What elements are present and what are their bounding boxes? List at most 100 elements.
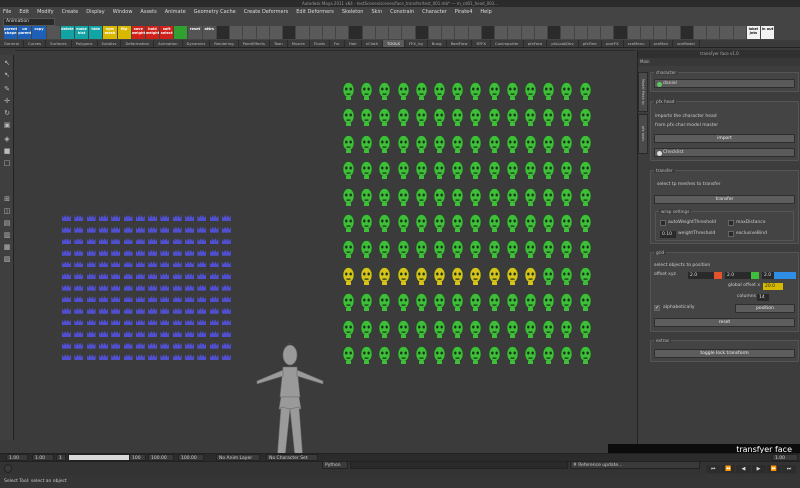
crown-mesh[interactable]: [62, 296, 71, 303]
menu-assets[interactable]: Assets: [140, 9, 156, 15]
reset-button[interactable]: reset: [654, 318, 795, 327]
head-mesh[interactable]: [506, 293, 519, 312]
layout-outliner-icon[interactable]: ▥: [2, 231, 12, 240]
frame-field[interactable]: 1.00: [772, 454, 798, 461]
crown-mesh[interactable]: [123, 342, 133, 349]
auto-weight-checkbox[interactable]: [660, 220, 666, 226]
head-mesh[interactable]: [397, 346, 410, 364]
shelf-button-9[interactable]: save weight: [131, 26, 145, 39]
shelf-tool-icon[interactable]: [296, 26, 309, 39]
head-mesh[interactable]: [560, 214, 573, 232]
layout-custom-icon[interactable]: ▧: [2, 255, 12, 264]
head-mesh[interactable]: [542, 135, 555, 153]
crown-mesh[interactable]: [197, 354, 207, 361]
crown-mesh[interactable]: [148, 284, 158, 291]
crown-mesh[interactable]: [62, 284, 71, 291]
head-mesh[interactable]: [469, 187, 482, 206]
crown-mesh[interactable]: [86, 284, 96, 291]
head-mesh[interactable]: [378, 187, 391, 206]
anim-layer-select[interactable]: No Anim Layer: [216, 454, 260, 461]
head-mesh[interactable]: [342, 240, 355, 259]
crown-mesh[interactable]: [135, 319, 145, 326]
global-offset-field[interactable]: 20.0: [763, 283, 783, 290]
head-mesh[interactable]: [524, 135, 537, 153]
crown-mesh[interactable]: [148, 331, 158, 337]
shelf-tool-icon[interactable]: [587, 26, 601, 39]
tab-hair[interactable]: Hair: [345, 40, 362, 47]
layout-graph-icon[interactable]: ▦: [2, 243, 12, 252]
head-mesh[interactable]: [488, 293, 501, 312]
crown-mesh[interactable]: [185, 307, 194, 314]
head-mesh[interactable]: [451, 108, 464, 127]
tab-realflow[interactable]: RealFlow: [447, 40, 473, 47]
head-mesh[interactable]: [342, 346, 355, 364]
crown-mesh[interactable]: [74, 249, 84, 256]
crown-mesh[interactable]: [62, 226, 71, 233]
head-mesh[interactable]: [378, 319, 391, 338]
shelf-button-7[interactable]: sym mesh: [103, 26, 117, 39]
crown-mesh[interactable]: [172, 215, 182, 221]
head-mesh[interactable]: [397, 293, 410, 312]
select-tool-icon[interactable]: ↖: [2, 59, 12, 68]
viewport[interactable]: [15, 50, 635, 453]
layout-two-icon[interactable]: ◫: [2, 207, 12, 216]
shelf-tool-icon[interactable]: [243, 26, 256, 39]
language-toggle[interactable]: Python: [322, 461, 348, 469]
head-mesh[interactable]: [451, 161, 464, 180]
crown-mesh[interactable]: [221, 296, 231, 303]
crown-mesh[interactable]: [74, 261, 84, 268]
offset-x-slider[interactable]: [714, 272, 722, 279]
shelf-button-8[interactable]: flip: [117, 26, 131, 39]
crown-mesh[interactable]: [62, 249, 71, 256]
head-mesh[interactable]: [451, 293, 464, 312]
tab-pfxlookdev[interactable]: pfxLookDev: [547, 40, 579, 47]
tab-tools[interactable]: TOOLS: [383, 40, 405, 47]
head-mesh[interactable]: [524, 108, 537, 127]
head-mesh[interactable]: [469, 161, 482, 180]
crown-mesh[interactable]: [135, 215, 145, 221]
crown-mesh[interactable]: [62, 331, 71, 337]
lasso-tool-icon[interactable]: ➷: [2, 71, 12, 80]
head-mesh[interactable]: [378, 135, 391, 153]
head-mesh[interactable]: [397, 187, 410, 206]
head-mesh[interactable]: [524, 319, 537, 338]
shelf-tool-icon[interactable]: [256, 26, 269, 39]
crown-mesh[interactable]: [197, 273, 207, 279]
crown-mesh[interactable]: [148, 296, 158, 303]
crown-mesh[interactable]: [197, 261, 207, 268]
crown-mesh[interactable]: [185, 331, 194, 337]
head-mesh[interactable]: [433, 108, 446, 127]
head-mesh[interactable]: [579, 267, 592, 285]
crown-mesh[interactable]: [123, 215, 133, 221]
range-end-field[interactable]: 100: [129, 454, 146, 461]
shelf-tool-icon[interactable]: [269, 26, 283, 39]
crown-mesh[interactable]: [148, 238, 158, 245]
crown-mesh[interactable]: [148, 261, 158, 268]
menu-file[interactable]: File: [3, 9, 11, 15]
crown-mesh[interactable]: [111, 215, 121, 221]
crown-mesh[interactable]: [221, 284, 231, 291]
head-mesh[interactable]: [397, 108, 410, 127]
crown-mesh[interactable]: [172, 331, 182, 337]
crown-mesh[interactable]: [111, 296, 121, 303]
crown-mesh[interactable]: [221, 273, 231, 279]
crown-mesh[interactable]: [185, 342, 194, 349]
crown-mesh[interactable]: [135, 226, 145, 233]
import-button[interactable]: import: [654, 134, 795, 143]
shelf-tool-icon[interactable]: [495, 26, 508, 39]
head-mesh[interactable]: [433, 319, 446, 338]
shelf-tool-icon[interactable]: [375, 26, 389, 39]
crown-mesh[interactable]: [98, 238, 108, 245]
head-mesh[interactable]: [397, 135, 410, 153]
head-mesh[interactable]: [415, 214, 428, 232]
shelf-tool-icon[interactable]: [389, 26, 402, 39]
crown-mesh[interactable]: [86, 331, 96, 337]
shelf-tool-icon[interactable]: [561, 26, 574, 39]
head-mesh[interactable]: [488, 346, 501, 364]
head-mesh[interactable]: [378, 267, 391, 285]
crown-mesh[interactable]: [160, 215, 170, 221]
shelf-tool-icon[interactable]: [415, 26, 428, 39]
head-mesh[interactable]: [342, 108, 355, 127]
shelf-button-5[interactable]: make hist: [74, 26, 89, 39]
head-mesh[interactable]: [415, 293, 428, 312]
